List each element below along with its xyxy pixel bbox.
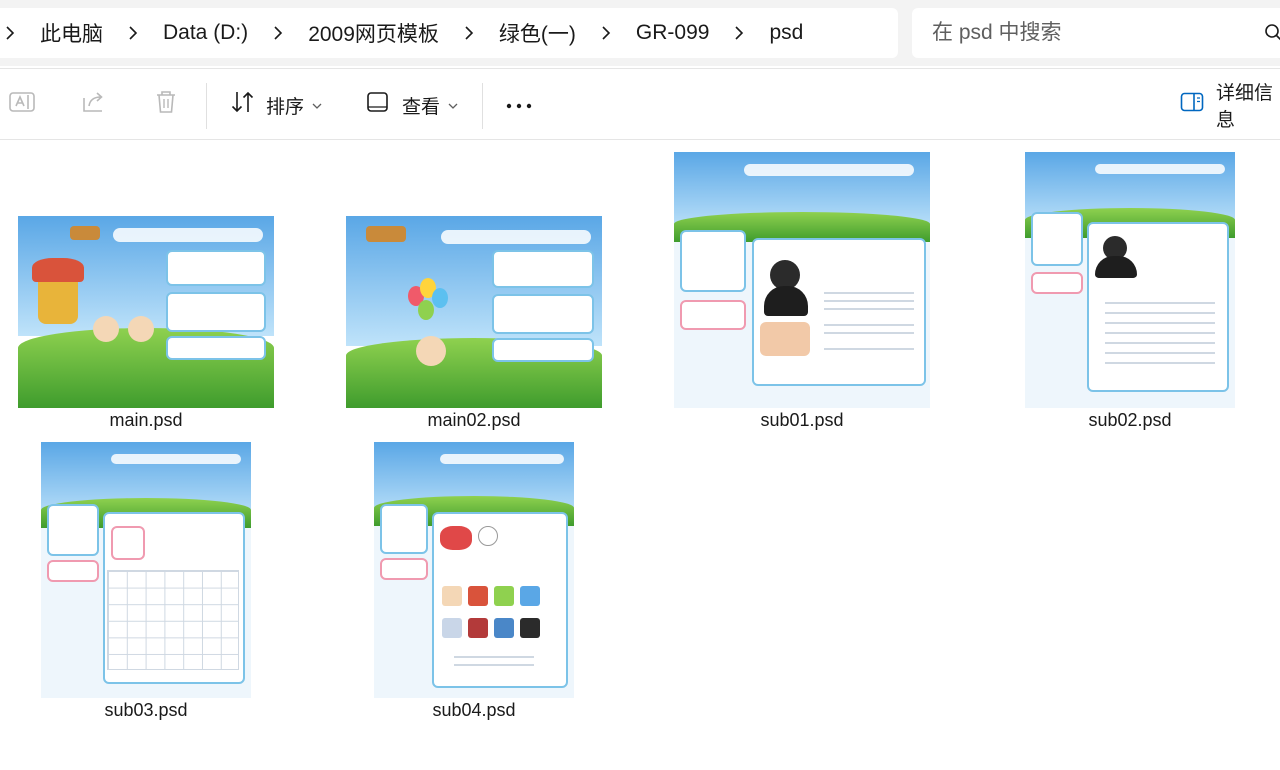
file-thumbnail (1002, 152, 1258, 408)
file-item[interactable]: main02.psd (346, 216, 602, 431)
breadcrumb-item-psd[interactable]: psd (749, 21, 823, 45)
sort-icon (230, 89, 256, 121)
file-name: sub02.psd (1088, 410, 1172, 430)
breadcrumb-item-folder-green[interactable]: 绿色(一) (479, 18, 596, 48)
chevron-down-icon (448, 94, 458, 116)
share-icon (80, 88, 108, 122)
file-thumbnail (346, 442, 602, 698)
file-item[interactable]: sub03.psd (18, 442, 274, 721)
file-name: sub04.psd (432, 700, 516, 720)
toolbar-divider (482, 83, 483, 129)
search-input[interactable] (932, 21, 1252, 45)
chevron-right-icon[interactable] (268, 26, 288, 40)
file-thumbnail (674, 152, 930, 408)
breadcrumb-item-this-pc[interactable]: 此电脑 (20, 18, 123, 48)
file-thumbnail (18, 216, 274, 408)
breadcrumb-item-folder-2009[interactable]: 2009网页模板 (288, 18, 459, 48)
sort-label: 排序 (266, 96, 305, 118)
toolbar-divider (206, 83, 207, 129)
rename-icon (8, 88, 36, 122)
chevron-right-icon[interactable] (459, 26, 479, 40)
file-item[interactable]: sub01.psd (674, 152, 930, 431)
chevron-right-icon[interactable] (596, 26, 616, 40)
file-name: sub01.psd (760, 410, 844, 430)
more-options-button[interactable] (505, 69, 533, 141)
more-icon (505, 94, 533, 116)
chevron-right-icon[interactable] (123, 26, 143, 40)
file-item[interactable]: sub02.psd (1002, 152, 1258, 431)
chevron-right-icon[interactable] (0, 26, 20, 40)
breadcrumb-item-folder-gr099[interactable]: GR-099 (616, 21, 730, 45)
breadcrumb-item-drive[interactable]: Data (D:) (143, 21, 268, 45)
command-bar: 排序 查看 详细信息 (0, 68, 1280, 140)
details-pane-icon (1180, 92, 1204, 118)
chevron-down-icon (312, 94, 322, 116)
rename-button[interactable] (8, 69, 36, 141)
details-label: 详细信息 (1216, 83, 1274, 131)
trash-icon (152, 88, 180, 122)
view-button[interactable]: 查看 (366, 69, 458, 141)
view-label: 查看 (402, 96, 441, 118)
search-box[interactable] (912, 8, 1280, 58)
search-icon[interactable] (1264, 23, 1280, 48)
share-button[interactable] (80, 69, 108, 141)
sort-button[interactable]: 排序 (230, 69, 322, 141)
file-item[interactable]: sub04.psd (346, 442, 602, 721)
file-grid: main.psd main02.psd sub01.psd sub02.psd … (0, 141, 1280, 770)
address-bar: 此电脑 Data (D:) 2009网页模板 绿色(一) GR-099 psd (0, 0, 1280, 66)
delete-button[interactable] (152, 69, 180, 141)
file-thumbnail (18, 442, 274, 698)
file-thumbnail (346, 216, 602, 408)
view-icon (366, 90, 390, 120)
file-item[interactable]: main.psd (18, 216, 274, 431)
file-name: main.psd (109, 410, 183, 430)
details-pane-button[interactable]: 详细信息 (1180, 69, 1280, 141)
file-name: sub03.psd (104, 700, 188, 720)
chevron-right-icon[interactable] (729, 26, 749, 40)
breadcrumb: 此电脑 Data (D:) 2009网页模板 绿色(一) GR-099 psd (0, 8, 898, 58)
file-name: main02.psd (427, 410, 521, 430)
